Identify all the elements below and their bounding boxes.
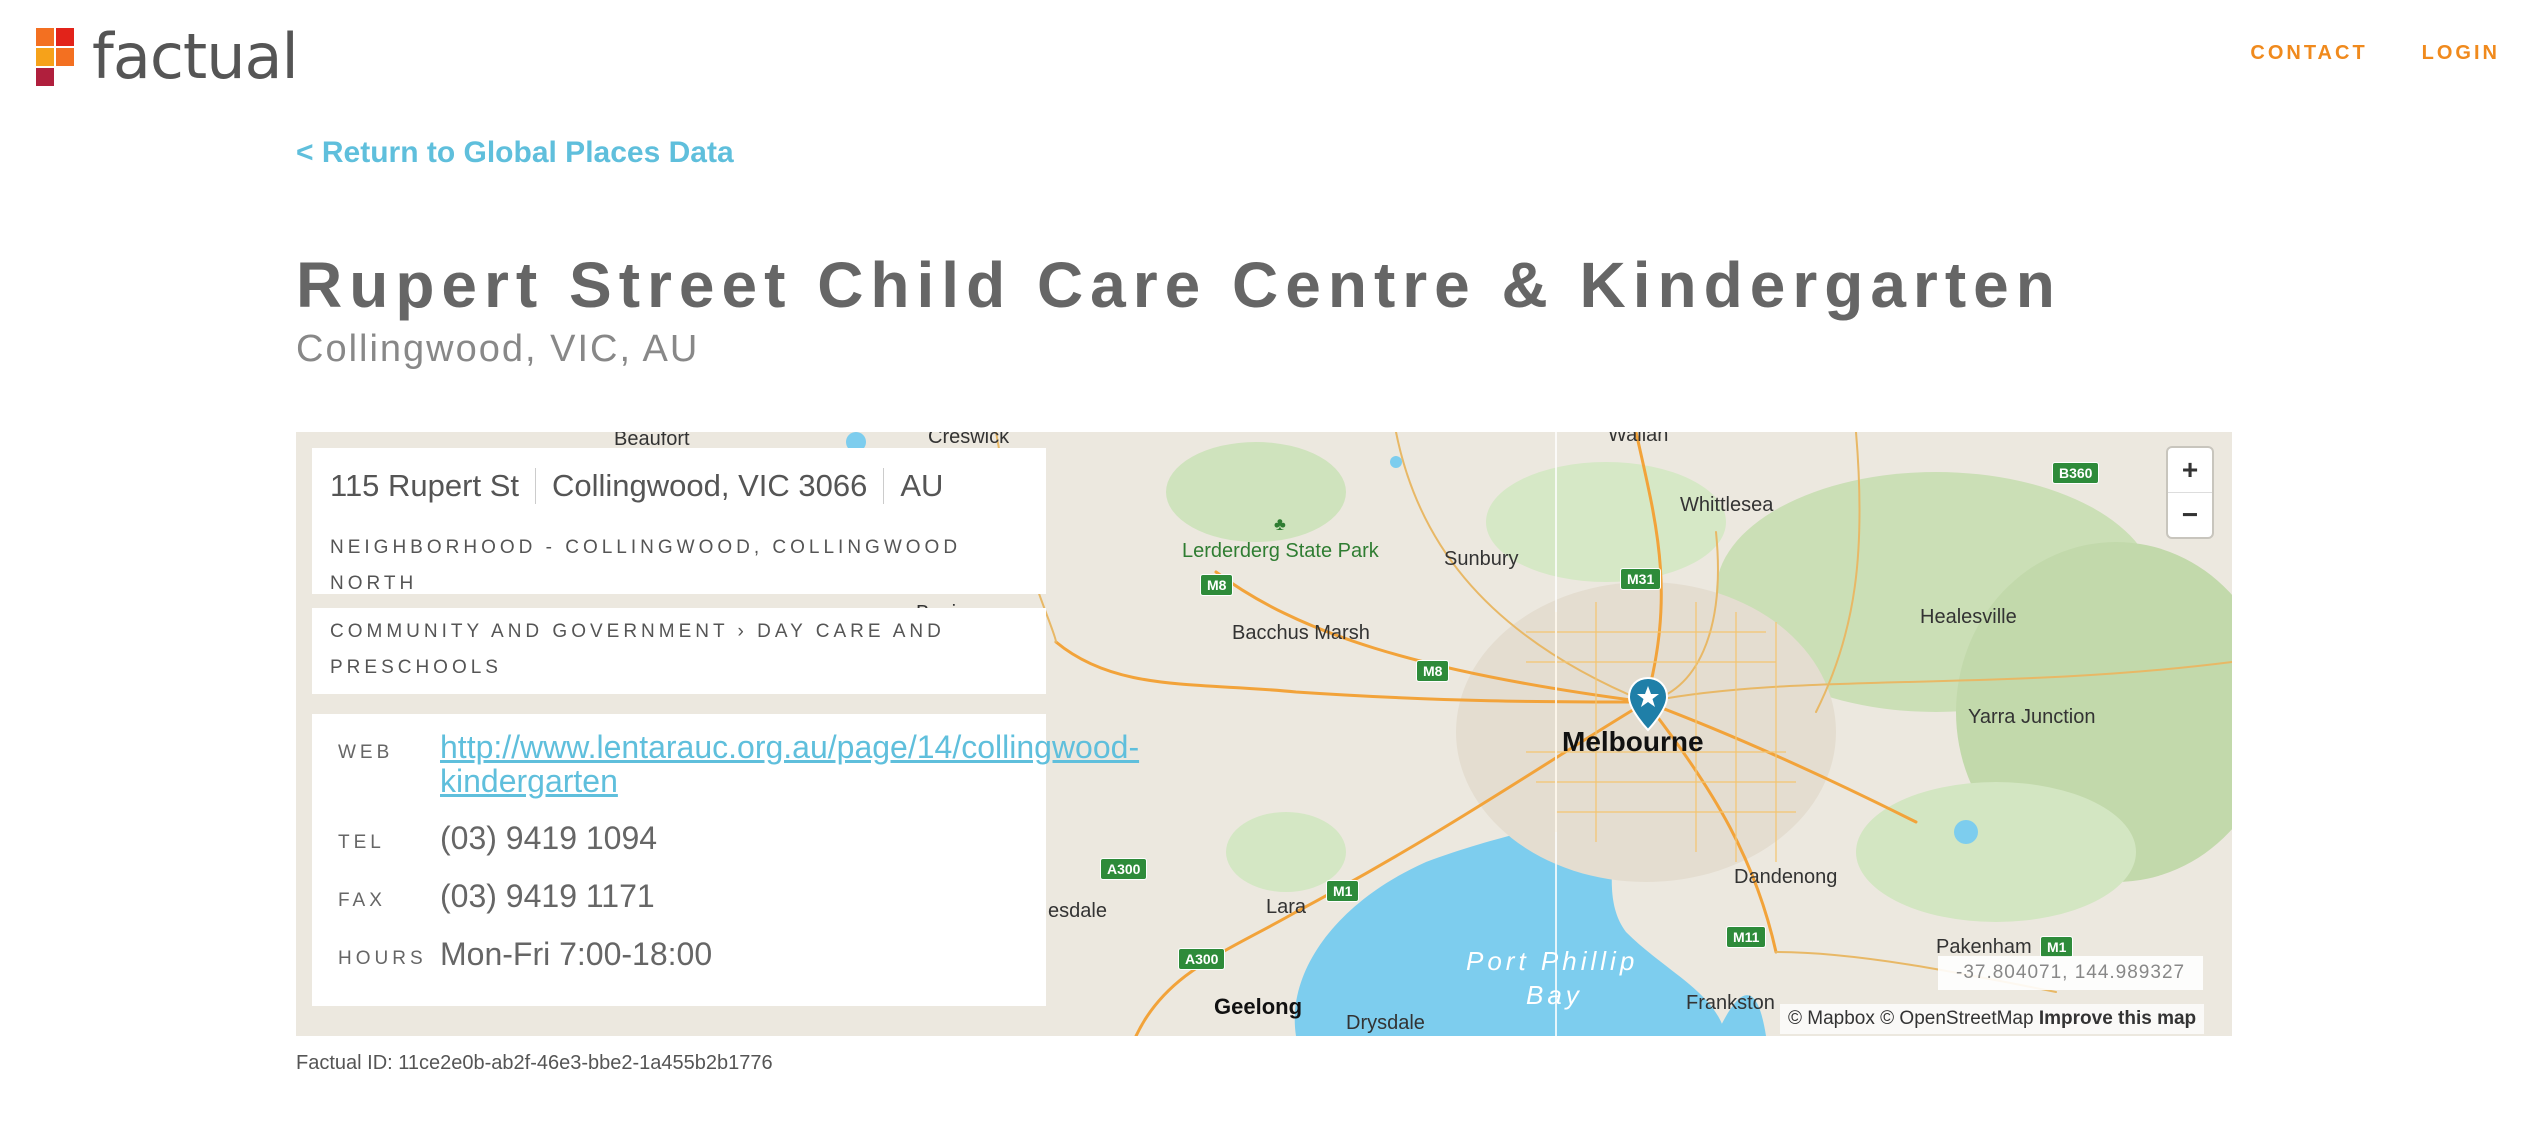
map-label-drysdale: Drysdale xyxy=(1346,1012,1425,1034)
factual-logo-text: factual xyxy=(92,20,299,93)
map-label-creswick: Creswick xyxy=(928,432,1010,448)
fax-value: (03) 9419 1171 xyxy=(440,878,655,914)
address-city: Collingwood, VIC 3066 xyxy=(534,468,883,504)
factual-logo[interactable]: factual xyxy=(36,20,299,93)
place-locality: Collingwood, VIC, AU xyxy=(296,328,700,370)
hours-row: HOURS Mon-Fri 7:00-18:00 xyxy=(338,936,712,973)
map-label-dandenong: Dandenong xyxy=(1734,866,1838,888)
map-attribution-text[interactable]: © Mapbox © OpenStreetMap xyxy=(1788,1008,2034,1029)
hours-label: HOURS xyxy=(338,948,427,969)
place-map[interactable]: Beaufort Creswick Wallan Whittlesea Lerd… xyxy=(296,432,2232,1036)
address-card: 115 Rupert St Collingwood, VIC 3066 AU N… xyxy=(312,448,1046,594)
map-label-healesville: Healesville xyxy=(1920,606,2017,628)
map-label-yarra-junction: Yarra Junction xyxy=(1968,706,2096,728)
map-label-lara: Lara xyxy=(1266,896,1307,918)
tel-label: TEL xyxy=(338,832,385,853)
return-to-global-places-link[interactable]: < Return to Global Places Data xyxy=(296,136,734,170)
contact-card: WEB http://www.lentarauc.org.au/page/14/… xyxy=(312,714,1139,1006)
map-label-lerderderg: Lerderderg State Park xyxy=(1182,540,1379,562)
category-breadcrumb: COMMUNITY AND GOVERNMENT › DAY CARE AND … xyxy=(330,621,945,678)
web-label: WEB xyxy=(338,742,394,763)
contact-link[interactable]: CONTACT xyxy=(2250,42,2367,65)
neighborhood-text: NEIGHBORHOOD - COLLINGWOOD, COLLINGWOOD … xyxy=(330,537,962,594)
improve-map-link[interactable]: Improve this map xyxy=(2039,1008,2196,1029)
map-label-geelong: Geelong xyxy=(1214,994,1303,1019)
zoom-controls: + − xyxy=(2168,448,2212,537)
tel-value: (03) 9419 1094 xyxy=(440,820,658,856)
road-shield-m8: M8 xyxy=(1200,574,1234,596)
road-shield-m8: M8 xyxy=(1416,660,1450,682)
park-tree-icon: ♣ xyxy=(1274,514,1286,534)
coordinates-readout: -37.804071, 144.989327 xyxy=(1938,956,2204,990)
zoom-out-button[interactable]: − xyxy=(2168,492,2212,537)
login-link[interactable]: LOGIN xyxy=(2422,42,2500,65)
map-label-port-phillip: Port Phillip xyxy=(1466,946,1639,976)
map-label-whittlesea: Whittlesea xyxy=(1680,494,1774,516)
road-shield-m31: M31 xyxy=(1620,568,1662,590)
map-label-esdale: esdale xyxy=(1048,900,1107,922)
map-label-sunbury: Sunbury xyxy=(1444,548,1519,570)
category-card: COMMUNITY AND GOVERNMENT › DAY CARE AND … xyxy=(312,608,1046,694)
road-shield-a300: A300 xyxy=(1178,948,1226,970)
road-shield-a300: A300 xyxy=(1100,858,1148,880)
factual-id: Factual ID: 11ce2e0b-ab2f-46e3-bbe2-1a45… xyxy=(296,1052,773,1074)
map-label-bacchus-marsh: Bacchus Marsh xyxy=(1232,622,1370,644)
zoom-in-button[interactable]: + xyxy=(2168,448,2212,492)
place-title: Rupert Street Child Care Centre & Kinder… xyxy=(296,249,2062,321)
map-label-frankston: Frankston xyxy=(1686,992,1775,1014)
fax-label: FAX xyxy=(338,890,386,911)
road-shield-m1: M1 xyxy=(1326,880,1360,902)
address-country: AU xyxy=(883,468,959,504)
top-nav: CONTACT LOGIN xyxy=(2250,42,2500,65)
address-line: 115 Rupert St Collingwood, VIC 3066 AU xyxy=(330,468,959,504)
address-street: 115 Rupert St xyxy=(330,468,519,503)
map-attribution: © Mapbox © OpenStreetMap Improve this ma… xyxy=(1780,1004,2205,1034)
location-pin-icon[interactable] xyxy=(1626,676,1670,732)
tel-row: TEL (03) 9419 1094 xyxy=(338,820,657,857)
road-shield-m1: M1 xyxy=(2040,936,2074,958)
map-label-bay: Bay xyxy=(1526,980,1583,1010)
hours-value: Mon-Fri 7:00-18:00 xyxy=(440,936,713,972)
factual-logo-mark xyxy=(36,28,80,86)
map-label-wallan: Wallan xyxy=(1608,432,1669,446)
road-shield-m11: M11 xyxy=(1726,926,1767,948)
road-shield-b360: B360 xyxy=(2052,462,2100,484)
web-row: WEB http://www.lentarauc.org.au/page/14/… xyxy=(338,730,1200,798)
fax-row: FAX (03) 9419 1171 xyxy=(338,878,655,915)
website-link[interactable]: http://www.lentarauc.org.au/page/14/coll… xyxy=(440,730,1200,798)
